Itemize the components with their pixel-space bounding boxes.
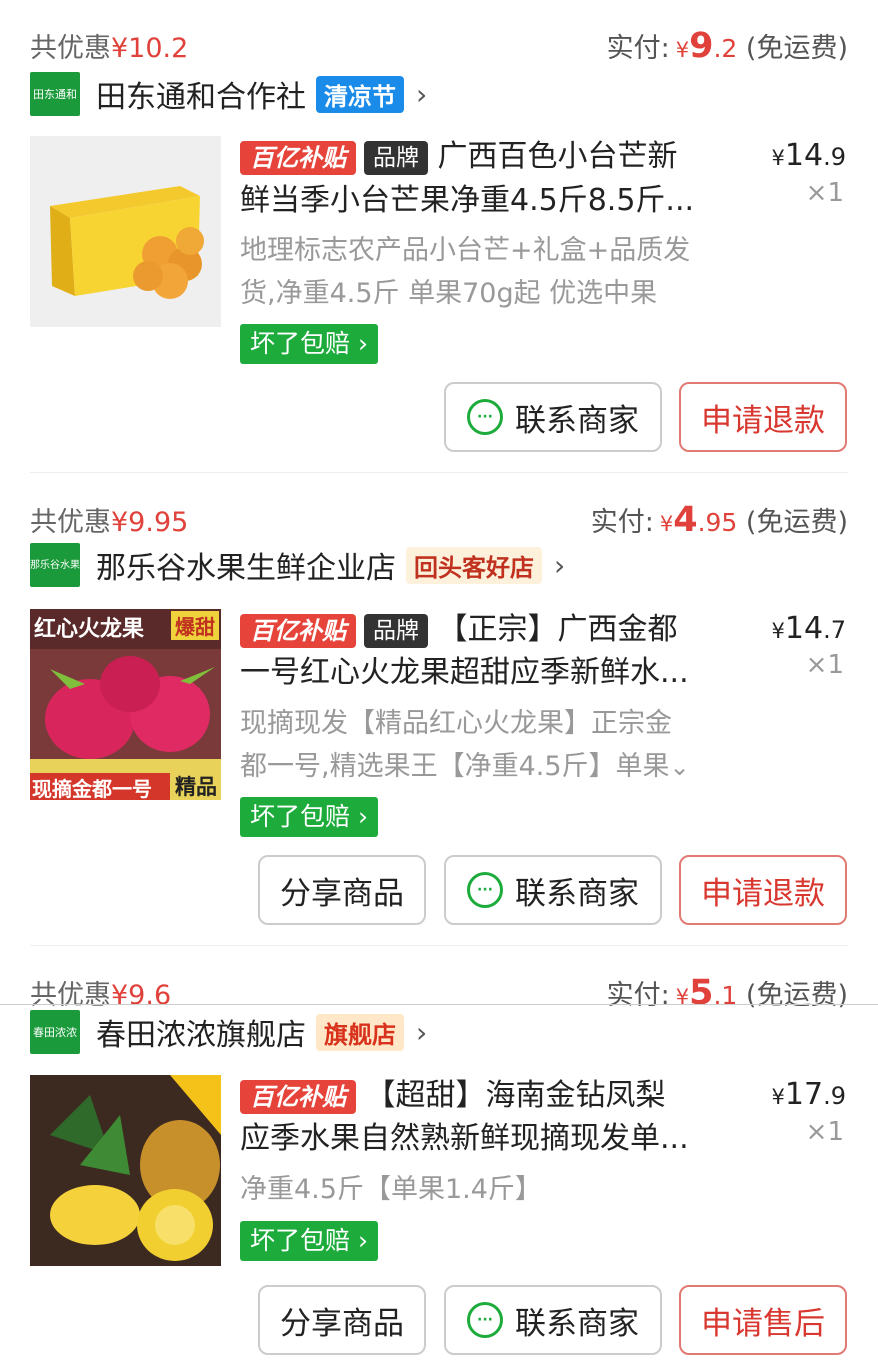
product-price: ¥17.9 bbox=[772, 1077, 846, 1112]
discount-label: 共优惠 bbox=[30, 980, 111, 1011]
product-quantity: ×1 bbox=[805, 1117, 844, 1147]
discount-amount: ¥9.6 bbox=[111, 980, 172, 1011]
store-row[interactable]: 春田浓浓 春田浓浓旗舰店 旗舰店 › bbox=[30, 1010, 427, 1054]
paid-amount: 实付: ¥5.1 (免运费) bbox=[607, 973, 848, 1013]
contact-seller-button[interactable]: ··· 联系商家 bbox=[444, 1285, 662, 1355]
damage-guarantee-tag[interactable]: 坏了包赔 › bbox=[240, 1221, 378, 1261]
discount-text: 共优惠¥9.6 bbox=[30, 973, 171, 1012]
store-logo: 春田浓浓 bbox=[30, 1010, 80, 1054]
subsidy-badge: 百亿补贴 bbox=[240, 1079, 356, 1114]
price-int: 17 bbox=[784, 1077, 824, 1112]
chevron-right-icon: › bbox=[416, 1015, 428, 1049]
price-yen: ¥ bbox=[771, 1085, 785, 1109]
paid-label: 实付: bbox=[606, 980, 670, 1011]
title-line-1: 【超甜】海南金钻凤梨 bbox=[365, 1078, 666, 1113]
contact-seller-label: 联系商家 bbox=[515, 1305, 639, 1342]
request-aftersale-button[interactable]: 申请售后 bbox=[679, 1285, 847, 1355]
share-product-button[interactable]: 分享商品 bbox=[258, 1285, 426, 1355]
product-image[interactable] bbox=[30, 1075, 221, 1266]
order-summary: 共优惠¥9.6 实付: ¥5.1 (免运费) bbox=[30, 973, 848, 1013]
chat-bubble-icon: ··· bbox=[467, 1302, 503, 1338]
sticky-header-edge bbox=[0, 1004, 878, 1005]
price-dec: .9 bbox=[823, 1082, 846, 1110]
paid-dec: .1 bbox=[713, 981, 738, 1010]
shipping-note: (免运费) bbox=[745, 980, 848, 1011]
store-tag: 旗舰店 bbox=[316, 1013, 404, 1051]
paid-int: 5 bbox=[689, 973, 714, 1013]
product-spec-line-1: 净重4.5斤【单果1.4斤】 bbox=[240, 1174, 542, 1205]
order-card-3: 共优惠¥9.6 实付: ¥5.1 (免运费) 春田浓浓 春田浓浓旗舰店 旗舰店 ›… bbox=[0, 0, 878, 1368]
product-title-line-2[interactable]: 应季水果自然熟新鲜现摘现发单... bbox=[240, 1114, 720, 1164]
store-name: 春田浓浓旗舰店 bbox=[96, 1018, 306, 1053]
paid-yen: ¥ bbox=[675, 985, 690, 1009]
